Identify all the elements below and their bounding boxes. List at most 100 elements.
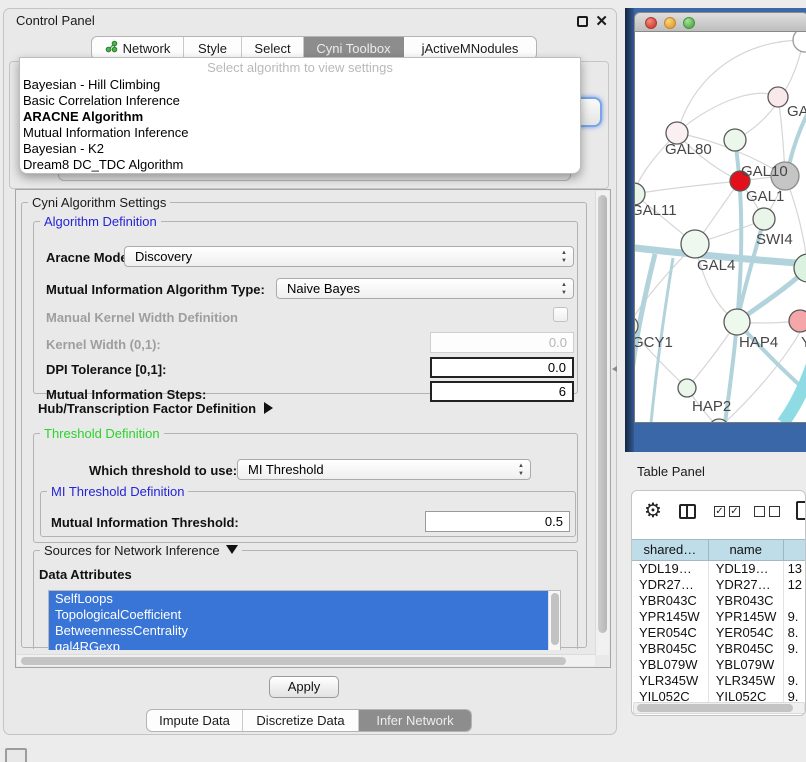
node-swi4[interactable] <box>753 208 775 230</box>
data-attributes-list[interactable]: SelfLoops TopologicalCoefficient Between… <box>48 590 561 650</box>
deselect-all-checkbox-icon[interactable] <box>754 506 765 517</box>
document-icon[interactable] <box>796 501 806 520</box>
tab-infer-network[interactable]: Infer Network <box>359 710 471 731</box>
column-header[interactable]: shared… <box>632 540 709 560</box>
column-selector-icon[interactable] <box>679 504 696 519</box>
float-panel-icon[interactable] <box>577 16 588 27</box>
table-row[interactable]: YDR27… YDR27… 12 <box>632 577 805 593</box>
which-threshold-select[interactable]: MI Threshold ▲▼ <box>237 459 531 480</box>
cyni-settings-group: Cyni Algorithm Settings Algorithm Defini… <box>21 202 587 648</box>
close-traffic-light-icon[interactable] <box>645 17 657 29</box>
table-panel-title: Table Panel <box>637 464 705 479</box>
scrollbar-thumb[interactable] <box>637 704 793 712</box>
node-hap4[interactable] <box>724 309 750 335</box>
stepper-arrows-icon: ▲▼ <box>561 249 567 265</box>
node-label: GAL4 <box>697 257 735 274</box>
network-graph: GAL GAL80 GAL10 GAL1 GAL11 SWI4 GAL4 GCY… <box>635 32 806 423</box>
table-row[interactable]: YBL079W YBL079W <box>632 657 805 673</box>
column-header[interactable] <box>784 540 805 560</box>
node-label: HAP4 <box>739 334 778 351</box>
list-item[interactable]: TopologicalCoefficient <box>49 607 560 623</box>
restore-panel-icon[interactable] <box>5 748 27 762</box>
zoom-traffic-light-icon[interactable] <box>683 17 695 29</box>
close-icon[interactable]: ✕ <box>595 12 608 30</box>
mi-type-select[interactable]: Naive Bayes ▲▼ <box>276 278 574 299</box>
node-gal10[interactable] <box>724 129 746 151</box>
node-salmon[interactable] <box>789 310 806 332</box>
table-header-row: shared… name <box>632 539 805 561</box>
node-table: shared… name YDL19… YDL19… 13 YDR27… YDR… <box>632 539 805 561</box>
node-label: GAL10 <box>741 163 788 180</box>
algorithm-option-selected[interactable]: ARACNE Algorithm <box>23 109 577 125</box>
node-label: HAP2 <box>692 398 731 415</box>
manual-kernel-checkbox[interactable] <box>553 307 568 322</box>
screen: Control Panel ✕ Network Style <box>0 0 806 762</box>
list-item[interactable]: gal4RGexp <box>49 639 560 650</box>
table-row[interactable]: YLR345W YLR345W 9. <box>632 673 805 689</box>
settings-vertical-scrollbar[interactable] <box>595 191 609 655</box>
table-row[interactable]: YDL19… YDL19… 13 <box>632 561 805 577</box>
frame-left-band <box>625 8 634 452</box>
threshold-definition-group: Threshold Definition Which threshold to … <box>33 433 578 543</box>
list-vertical-scrollbar[interactable] <box>548 591 560 650</box>
kernel-width-input[interactable]: 0.0 <box>430 332 574 353</box>
network-canvas[interactable]: GAL GAL80 GAL10 GAL1 GAL11 SWI4 GAL4 GCY… <box>634 32 806 423</box>
tab-impute-data[interactable]: Impute Data <box>147 710 243 731</box>
settings-horizontal-scrollbar[interactable] <box>17 654 595 666</box>
algorithm-option[interactable]: Mutual Information Inference <box>23 125 577 141</box>
tab-style[interactable]: Style <box>184 37 242 59</box>
hub-tf-section-toggle[interactable]: Hub/Transcription Factor Definition <box>38 401 273 416</box>
deselect-all-checkbox-icon[interactable] <box>769 506 780 517</box>
sources-group-title[interactable]: Sources for Network Inference <box>40 543 242 558</box>
minimize-traffic-light-icon[interactable] <box>664 17 676 29</box>
column-header[interactable]: name <box>709 540 784 560</box>
scrollbar-thumb[interactable] <box>21 657 566 665</box>
teal-edges <box>635 87 806 423</box>
splitter-handle-icon[interactable] <box>612 366 617 372</box>
settings-scroll-area: Cyni Algorithm Settings Algorithm Defini… <box>15 189 611 668</box>
stepper-arrows-icon: ▲▼ <box>518 462 524 478</box>
list-item[interactable]: BetweennessCentrality <box>49 623 560 639</box>
select-all-checkbox-icon[interactable]: ✓ <box>729 506 740 517</box>
aracne-mode-select[interactable]: Discovery ▲▼ <box>124 246 574 267</box>
node-gal4[interactable] <box>681 230 709 258</box>
algorithm-option-list: Bayesian - Hill Climbing Basic Correlati… <box>23 77 577 173</box>
select-all-checkbox-icon[interactable]: ✓ <box>714 506 725 517</box>
tab-network[interactable]: Network <box>92 37 184 59</box>
mi-steps-input[interactable]: 6 <box>430 381 574 402</box>
mi-threshold-input[interactable]: 0.5 <box>425 511 570 532</box>
dpi-tolerance-input[interactable]: 0.0 <box>430 357 574 378</box>
list-item[interactable]: SelfLoops <box>49 591 560 607</box>
apply-button[interactable]: Apply <box>269 676 339 698</box>
scrollbar-thumb[interactable] <box>551 593 559 645</box>
table-row[interactable]: YPR145W YPR145W 9. <box>632 609 805 625</box>
algorithm-option[interactable]: Bayesian - K2 <box>23 141 577 157</box>
node-partial-top[interactable] <box>793 32 806 52</box>
algorithm-option[interactable]: Basic Correlation Inference <box>23 93 577 109</box>
algorithm-option[interactable]: Dream8 DC_TDC Algorithm <box>23 157 577 173</box>
mi-threshold-group-title: MI Threshold Definition <box>47 484 188 499</box>
table-row[interactable]: YER054C YER054C 8. <box>632 625 805 641</box>
node-pink[interactable] <box>768 87 788 107</box>
manual-kernel-label: Manual Kernel Width Definition <box>46 310 238 325</box>
algorithm-option[interactable]: Bayesian - Hill Climbing <box>23 77 577 93</box>
table-horizontal-scrollbar[interactable] <box>633 702 805 714</box>
sources-group: Sources for Network Inference Data Attri… <box>33 550 578 649</box>
gear-icon[interactable]: ⚙ <box>644 501 662 521</box>
table-row[interactable]: YBR045C YBR045C 9. <box>632 641 805 657</box>
tab-cyni-toolbox[interactable]: Cyni Toolbox <box>304 37 404 59</box>
scrollbar-thumb[interactable] <box>598 195 607 633</box>
network-window-titlebar[interactable] <box>634 12 806 32</box>
tab-jactivemnodules[interactable]: jActiveMNodules <box>404 37 536 59</box>
table-body: YDL19… YDL19… 13 YDR27… YDR27… 12 YBR043… <box>632 561 805 702</box>
tab-select[interactable]: Select <box>242 37 304 59</box>
tab-discretize-data[interactable]: Discretize Data <box>243 710 359 731</box>
table-row[interactable]: YBR043C YBR043C <box>632 593 805 609</box>
network-window: GAL GAL80 GAL10 GAL1 GAL11 SWI4 GAL4 GCY… <box>634 12 806 423</box>
cyni-bottom-tabs: Impute Data Discretize Data Infer Networ… <box>146 709 472 732</box>
node-label: GAL11 <box>635 202 677 219</box>
node-hap2[interactable] <box>678 379 696 397</box>
table-row[interactable]: YIL052C YIL052C 9. <box>632 689 805 702</box>
network-icon <box>105 40 118 56</box>
node-label: GAL80 <box>665 141 712 158</box>
